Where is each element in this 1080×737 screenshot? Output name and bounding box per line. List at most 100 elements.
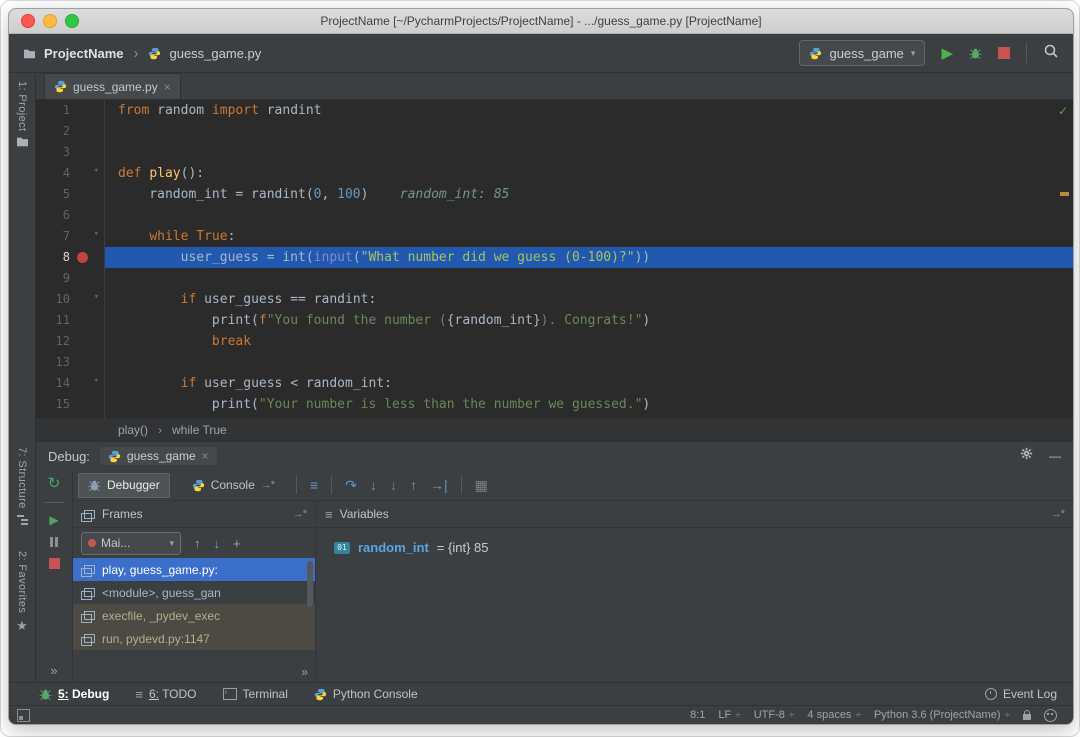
gutter-icons[interactable]	[70, 142, 104, 163]
frame-up-button[interactable]: ↑	[194, 536, 201, 551]
debug-button[interactable]	[969, 47, 982, 60]
fold-icon[interactable]: ▾	[94, 376, 99, 386]
sidebar-toggle-favorites[interactable]: 2: Favorites ★	[16, 551, 28, 634]
gutter-icons[interactable]	[70, 184, 104, 205]
gutter-icons[interactable]	[70, 331, 104, 352]
code-line[interactable]: 15 print("Your number is less than the n…	[36, 394, 1073, 415]
code-line[interactable]: 6	[36, 205, 1073, 226]
code-line[interactable]: 5 random_int = randint(0, 100) random_in…	[36, 184, 1073, 205]
gutter-icons[interactable]	[70, 310, 104, 331]
minimize-window-button[interactable]	[43, 14, 57, 28]
rerun-button[interactable]: ↻	[48, 476, 61, 491]
code-line[interactable]: 16	[36, 415, 1073, 418]
code-line[interactable]: 8 user_guess = int(input("What number di…	[36, 247, 1073, 268]
gutter-icons[interactable]: ▾	[70, 163, 104, 184]
lock-icon[interactable]	[1023, 709, 1031, 720]
gutter-icons[interactable]	[70, 205, 104, 226]
gutter-icons[interactable]	[70, 268, 104, 289]
settings-gear-icon[interactable]	[1020, 447, 1033, 465]
resume-button[interactable]: ▶	[49, 514, 58, 526]
fold-icon[interactable]: ▾	[94, 229, 99, 239]
stop-debug-button[interactable]	[48, 558, 60, 569]
toolbar-item-debug[interactable]: 5: Debug	[39, 687, 109, 701]
pin-icon[interactable]: →*	[1051, 508, 1065, 520]
step-into-button[interactable]: ↓	[370, 478, 377, 492]
pin-tab-icon[interactable]: →*	[261, 479, 275, 491]
indent-widget[interactable]: 4 spaces ÷	[807, 709, 861, 721]
gutter-icons[interactable]	[70, 415, 104, 418]
caret-position-widget[interactable]: 8:1	[690, 709, 705, 721]
gutter-icons[interactable]	[70, 247, 104, 268]
step-over-button[interactable]: ↷	[345, 478, 357, 492]
more-actions-icon[interactable]: »	[50, 664, 57, 677]
stack-frame-item[interactable]: run, pydevd.py:1147	[73, 627, 315, 650]
breadcrumb-file[interactable]: guess_game.py	[169, 46, 261, 61]
step-out-button[interactable]: ↑	[410, 478, 417, 492]
close-icon[interactable]: ×	[202, 449, 209, 463]
code-line[interactable]: 4 ▾ def play():	[36, 163, 1073, 184]
close-icon[interactable]: ×	[164, 80, 171, 94]
breadcrumb-item[interactable]: play()	[118, 423, 148, 437]
code-line[interactable]: 3	[36, 142, 1073, 163]
toolbar-item-todo[interactable]: ≡ 6: TODO	[135, 687, 196, 702]
breadcrumb-item[interactable]: while True	[172, 423, 227, 437]
hide-panel-icon[interactable]: —	[1049, 449, 1061, 463]
more-icon[interactable]: »	[301, 665, 308, 679]
thread-selector[interactable]: Mai... ▾	[81, 531, 181, 555]
code-line[interactable]: 9	[36, 268, 1073, 289]
fold-icon[interactable]: ▾	[94, 166, 99, 176]
gutter-icons[interactable]	[70, 100, 104, 121]
stack-frame-item[interactable]: <module>, guess_gan	[73, 581, 315, 604]
toolbar-item-python-console[interactable]: Python Console	[314, 687, 418, 701]
pin-icon[interactable]: →*	[293, 508, 307, 520]
run-config-select[interactable]: guess_game ▾	[799, 40, 926, 66]
code-line[interactable]: 1 from random import randint	[36, 100, 1073, 121]
sidebar-toggle-structure[interactable]: 7: Structure	[16, 447, 28, 526]
gutter-icons[interactable]: ▾	[70, 289, 104, 310]
pause-button[interactable]	[50, 537, 58, 547]
code-line[interactable]: 10 ▾ if user_guess == randint:	[36, 289, 1073, 310]
tab-console[interactable]: Console →*	[183, 474, 283, 497]
gutter-icons[interactable]	[70, 352, 104, 373]
breakpoint-icon[interactable]	[77, 252, 88, 263]
debug-session-tab[interactable]: guess_game ×	[99, 447, 217, 465]
gutter-icons[interactable]: ▾	[70, 373, 104, 394]
interpreter-widget[interactable]: Python 3.6 (ProjectName) ÷	[874, 709, 1010, 721]
code-line[interactable]: 2	[36, 121, 1073, 142]
variable-row[interactable]: 01 random_int = {int} 85	[316, 528, 1073, 555]
line-ending-widget[interactable]: LF ÷	[718, 709, 740, 721]
tab-debugger[interactable]: Debugger	[78, 472, 170, 498]
gutter-icons[interactable]	[70, 394, 104, 415]
run-button[interactable]: ▶	[941, 46, 953, 61]
fold-icon[interactable]: ▾	[94, 292, 99, 302]
force-step-into-button[interactable]: ↓	[390, 478, 397, 492]
code-line[interactable]: 7 ▾ while True:	[36, 226, 1073, 247]
sidebar-toggle-project[interactable]: 1: Project	[16, 81, 29, 147]
evaluate-expression-button[interactable]: ▦	[475, 478, 488, 492]
toolbar-item-terminal[interactable]: Terminal	[222, 687, 288, 701]
show-execution-point-button[interactable]: ≡	[310, 478, 318, 492]
stack-frame-item[interactable]: execfile, _pydev_exec	[73, 604, 315, 627]
frame-down-button[interactable]: ↓	[214, 536, 221, 551]
close-window-button[interactable]	[21, 14, 35, 28]
inspector-hector-icon[interactable]	[1044, 708, 1057, 722]
code-line[interactable]: 12 break	[36, 331, 1073, 352]
search-icon[interactable]	[1043, 43, 1059, 64]
toolbar-item-event-log[interactable]: Event Log	[984, 687, 1057, 701]
gutter-icons[interactable]: ▾	[70, 226, 104, 247]
editor-tab[interactable]: guess_game.py ×	[44, 73, 181, 99]
code-line[interactable]: 13	[36, 352, 1073, 373]
zoom-window-button[interactable]	[65, 14, 79, 28]
breadcrumb-project[interactable]: ProjectName	[44, 46, 123, 61]
stop-button[interactable]	[998, 47, 1010, 59]
encoding-widget[interactable]: UTF-8 ÷	[754, 709, 795, 721]
gutter-icons[interactable]	[70, 121, 104, 142]
code-line[interactable]: 11 print(f"You found the number ({random…	[36, 310, 1073, 331]
toggle-tool-buttons-icon[interactable]	[17, 708, 30, 722]
run-to-cursor-button[interactable]: →|	[430, 478, 448, 492]
code-line[interactable]: 14 ▾ if user_guess < random_int:	[36, 373, 1073, 394]
code-editor[interactable]: 1 from random import randint 2 3 4 ▾ def play(…	[36, 100, 1073, 418]
stack-frame-item[interactable]: play, guess_game.py:	[73, 558, 315, 581]
add-watch-button[interactable]: +	[233, 536, 241, 551]
frames-scrollbar[interactable]	[307, 561, 313, 607]
